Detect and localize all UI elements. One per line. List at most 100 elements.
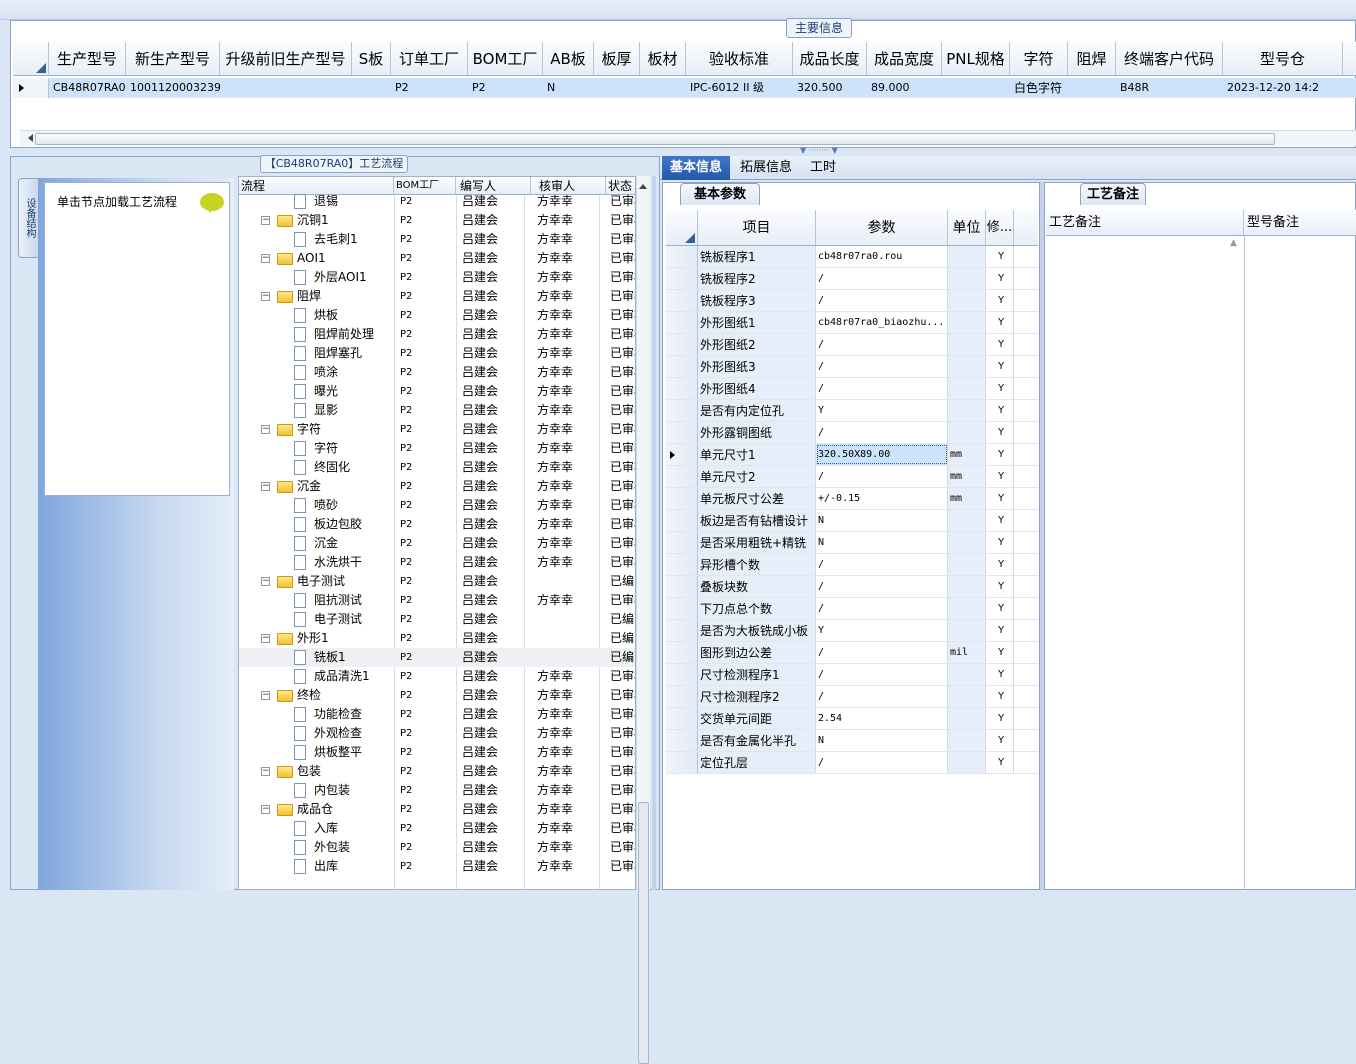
param-row[interactable]: 图形到边公差 / mil Y bbox=[666, 642, 1038, 664]
param-value[interactable]: / bbox=[816, 378, 948, 399]
main-col-header[interactable]: 订单工厂 bbox=[391, 42, 468, 75]
tree-node[interactable]: 水洗烘干 bbox=[239, 553, 394, 572]
main-col-header[interactable]: 升级前旧生产型号 bbox=[220, 42, 352, 75]
tree-node[interactable]: − AOI1 bbox=[239, 249, 394, 268]
tree-node[interactable]: 外包装 bbox=[239, 838, 394, 857]
param-row[interactable]: 尺寸检测程序2/ Y bbox=[666, 686, 1038, 708]
param-value[interactable]: / bbox=[816, 356, 948, 377]
tree-row[interactable]: 板边包胶 P2 吕建会 方幸幸 已审核 bbox=[239, 515, 635, 534]
main-cell[interactable] bbox=[352, 78, 391, 97]
main-col-header[interactable]: 板材 bbox=[640, 42, 686, 75]
main-cell[interactable] bbox=[640, 78, 686, 97]
tree-node[interactable]: − 沉铜1 bbox=[239, 211, 394, 230]
main-col-header[interactable]: PNL规格 bbox=[942, 42, 1010, 75]
param-row[interactable]: 是否有内定位孔 Y Y bbox=[666, 400, 1038, 422]
tree-node[interactable]: − 终检 bbox=[239, 686, 394, 705]
main-cell[interactable]: P2 bbox=[391, 78, 468, 97]
param-row[interactable]: 外形图纸1 cb48r07ra0_biaozhu... Y bbox=[666, 312, 1038, 334]
tree-vertical-scrollbar[interactable] bbox=[636, 176, 650, 1064]
param-value[interactable]: / bbox=[816, 642, 948, 663]
tree-row[interactable]: 水洗烘干 P2 吕建会 方幸幸 已审核 bbox=[239, 553, 635, 572]
process-tree-grid[interactable]: 流程 BOM工厂 编写人 核审人 状态 退锡P2吕建会方幸幸已审核−沉铜1P2吕… bbox=[238, 176, 636, 890]
param-row[interactable]: 外形图纸4/ Y bbox=[666, 378, 1038, 400]
tree-row[interactable]: 外观检查 P2 吕建会 方幸幸 已审核 bbox=[239, 724, 635, 743]
tree-node[interactable]: 显影 bbox=[239, 401, 394, 420]
tree-node[interactable]: 阻焊塞孔 bbox=[239, 344, 394, 363]
chat-bubble-icon[interactable] bbox=[200, 193, 224, 213]
main-col-header[interactable]: 成品宽度 bbox=[867, 42, 942, 75]
main-col-header[interactable]: 新生产型号 bbox=[126, 42, 220, 75]
tree-row[interactable]: − 阻焊 P2 吕建会 方幸幸 已审核 bbox=[239, 287, 635, 306]
main-info-row[interactable]: CB48R07RA0 10011200032396 P2 P2 N IPC-6012 II… bbox=[49, 78, 1356, 98]
main-cell[interactable]: 320.500 bbox=[793, 78, 867, 97]
main-cell[interactable]: 2023-12-20 14:2 bbox=[1223, 78, 1343, 97]
main-col-header[interactable]: 字符 bbox=[1010, 42, 1068, 75]
tree-node[interactable]: − 外形1 bbox=[239, 629, 394, 648]
tree-row[interactable]: 烘板 P2 吕建会 方幸幸 已审核 bbox=[239, 306, 635, 325]
param-value[interactable]: / bbox=[816, 466, 948, 487]
col-unit[interactable]: 单位 bbox=[948, 210, 986, 245]
craft-notes-title[interactable]: 工艺备注 bbox=[1080, 183, 1146, 205]
vertical-splitter[interactable] bbox=[652, 176, 656, 890]
tree-node[interactable]: − 成品仓 bbox=[239, 800, 394, 819]
param-row[interactable]: 尺寸检测程序1/ Y bbox=[666, 664, 1038, 686]
tree-node[interactable]: 板边包胶 bbox=[239, 515, 394, 534]
main-col-header[interactable]: BOM工厂 bbox=[468, 42, 543, 75]
tree-node[interactable]: − 沉金 bbox=[239, 477, 394, 496]
param-value[interactable]: / bbox=[816, 598, 948, 619]
tree-scroll-thumb[interactable] bbox=[638, 802, 649, 1064]
tree-node[interactable]: − 阻焊 bbox=[239, 287, 394, 306]
param-value[interactable]: / bbox=[816, 686, 948, 707]
tree-row[interactable]: 喷涂 P2 吕建会 方幸幸 已审核 bbox=[239, 363, 635, 382]
main-col-header[interactable]: 型号仓 bbox=[1223, 42, 1343, 75]
param-value[interactable]: / bbox=[816, 576, 948, 597]
tree-row[interactable]: − 沉铜1 P2 吕建会 方幸幸 已审核 bbox=[239, 211, 635, 230]
tab-work-hours[interactable]: 工时 bbox=[802, 156, 844, 180]
param-value[interactable]: 320.50X89.00 bbox=[816, 444, 948, 465]
collapse-icon[interactable]: − bbox=[261, 805, 270, 814]
collapse-icon[interactable]: − bbox=[261, 216, 270, 225]
main-cell[interactable]: N bbox=[543, 78, 594, 97]
tree-node[interactable]: 成品清洗1 bbox=[239, 667, 394, 686]
param-value[interactable]: N bbox=[816, 510, 948, 531]
tree-node[interactable]: 出库 bbox=[239, 857, 394, 876]
main-cell[interactable] bbox=[942, 78, 1010, 97]
tree-row[interactable]: 内包装 P2 吕建会 方幸幸 已审核 bbox=[239, 781, 635, 800]
tree-node[interactable]: 烘板 bbox=[239, 306, 394, 325]
param-row[interactable]: 定位孔层 / Y bbox=[666, 752, 1038, 774]
tree-row[interactable]: − 成品仓 P2 吕建会 方幸幸 已审核 bbox=[239, 800, 635, 819]
tree-row[interactable]: 外层AOI1 P2 吕建会 方幸幸 已审核 bbox=[239, 268, 635, 287]
tree-node[interactable]: 内包装 bbox=[239, 781, 394, 800]
tree-row[interactable]: 显影 P2 吕建会 方幸幸 已审核 bbox=[239, 401, 635, 420]
tree-node[interactable]: 字符 bbox=[239, 439, 394, 458]
param-value[interactable]: / bbox=[816, 752, 948, 773]
tree-node[interactable]: 曝光 bbox=[239, 382, 394, 401]
param-value[interactable]: +/-0.15 bbox=[816, 488, 948, 509]
param-value[interactable]: cb48r07ra0.rou bbox=[816, 246, 948, 267]
tree-node[interactable]: 喷砂 bbox=[239, 496, 394, 515]
main-cell[interactable]: 10011200032396 bbox=[126, 78, 220, 97]
col-modify[interactable]: 修... bbox=[986, 210, 1014, 245]
param-row[interactable]: 铣板程序1 cb48r07ra0.rou Y bbox=[666, 246, 1038, 268]
main-col-header[interactable]: 成品长度 bbox=[793, 42, 867, 75]
collapse-icon[interactable]: − bbox=[261, 482, 270, 491]
tree-row[interactable]: − 包装 P2 吕建会 方幸幸 已审核 bbox=[239, 762, 635, 781]
collapse-icon[interactable]: − bbox=[261, 577, 270, 586]
collapse-icon[interactable]: − bbox=[261, 254, 270, 263]
main-col-header[interactable]: AB板 bbox=[543, 42, 594, 75]
tree-node[interactable]: 阻焊前处理 bbox=[239, 325, 394, 344]
param-row[interactable]: 是否采用粗铣+精铣 N Y bbox=[666, 532, 1038, 554]
main-cell[interactable]: 89.000 bbox=[867, 78, 942, 97]
tree-row[interactable]: 终固化 P2 吕建会 方幸幸 已审核 bbox=[239, 458, 635, 477]
tree-node[interactable]: 铣板1 bbox=[239, 648, 394, 667]
param-value[interactable]: N bbox=[816, 532, 948, 553]
collapse-icon[interactable]: − bbox=[261, 634, 270, 643]
scroll-up-icon[interactable] bbox=[639, 180, 647, 189]
col-craft-note[interactable]: 工艺备注 bbox=[1046, 210, 1244, 235]
main-col-header[interactable]: 生产型号 bbox=[49, 42, 126, 75]
collapse-icon[interactable]: − bbox=[261, 292, 270, 301]
tree-row[interactable]: 喷砂 P2 吕建会 方幸幸 已审核 bbox=[239, 496, 635, 515]
tree-node[interactable]: 外观检查 bbox=[239, 724, 394, 743]
param-row[interactable]: 外形图纸2/ Y bbox=[666, 334, 1038, 356]
col-model-note[interactable]: 型号备注 bbox=[1244, 210, 1356, 235]
